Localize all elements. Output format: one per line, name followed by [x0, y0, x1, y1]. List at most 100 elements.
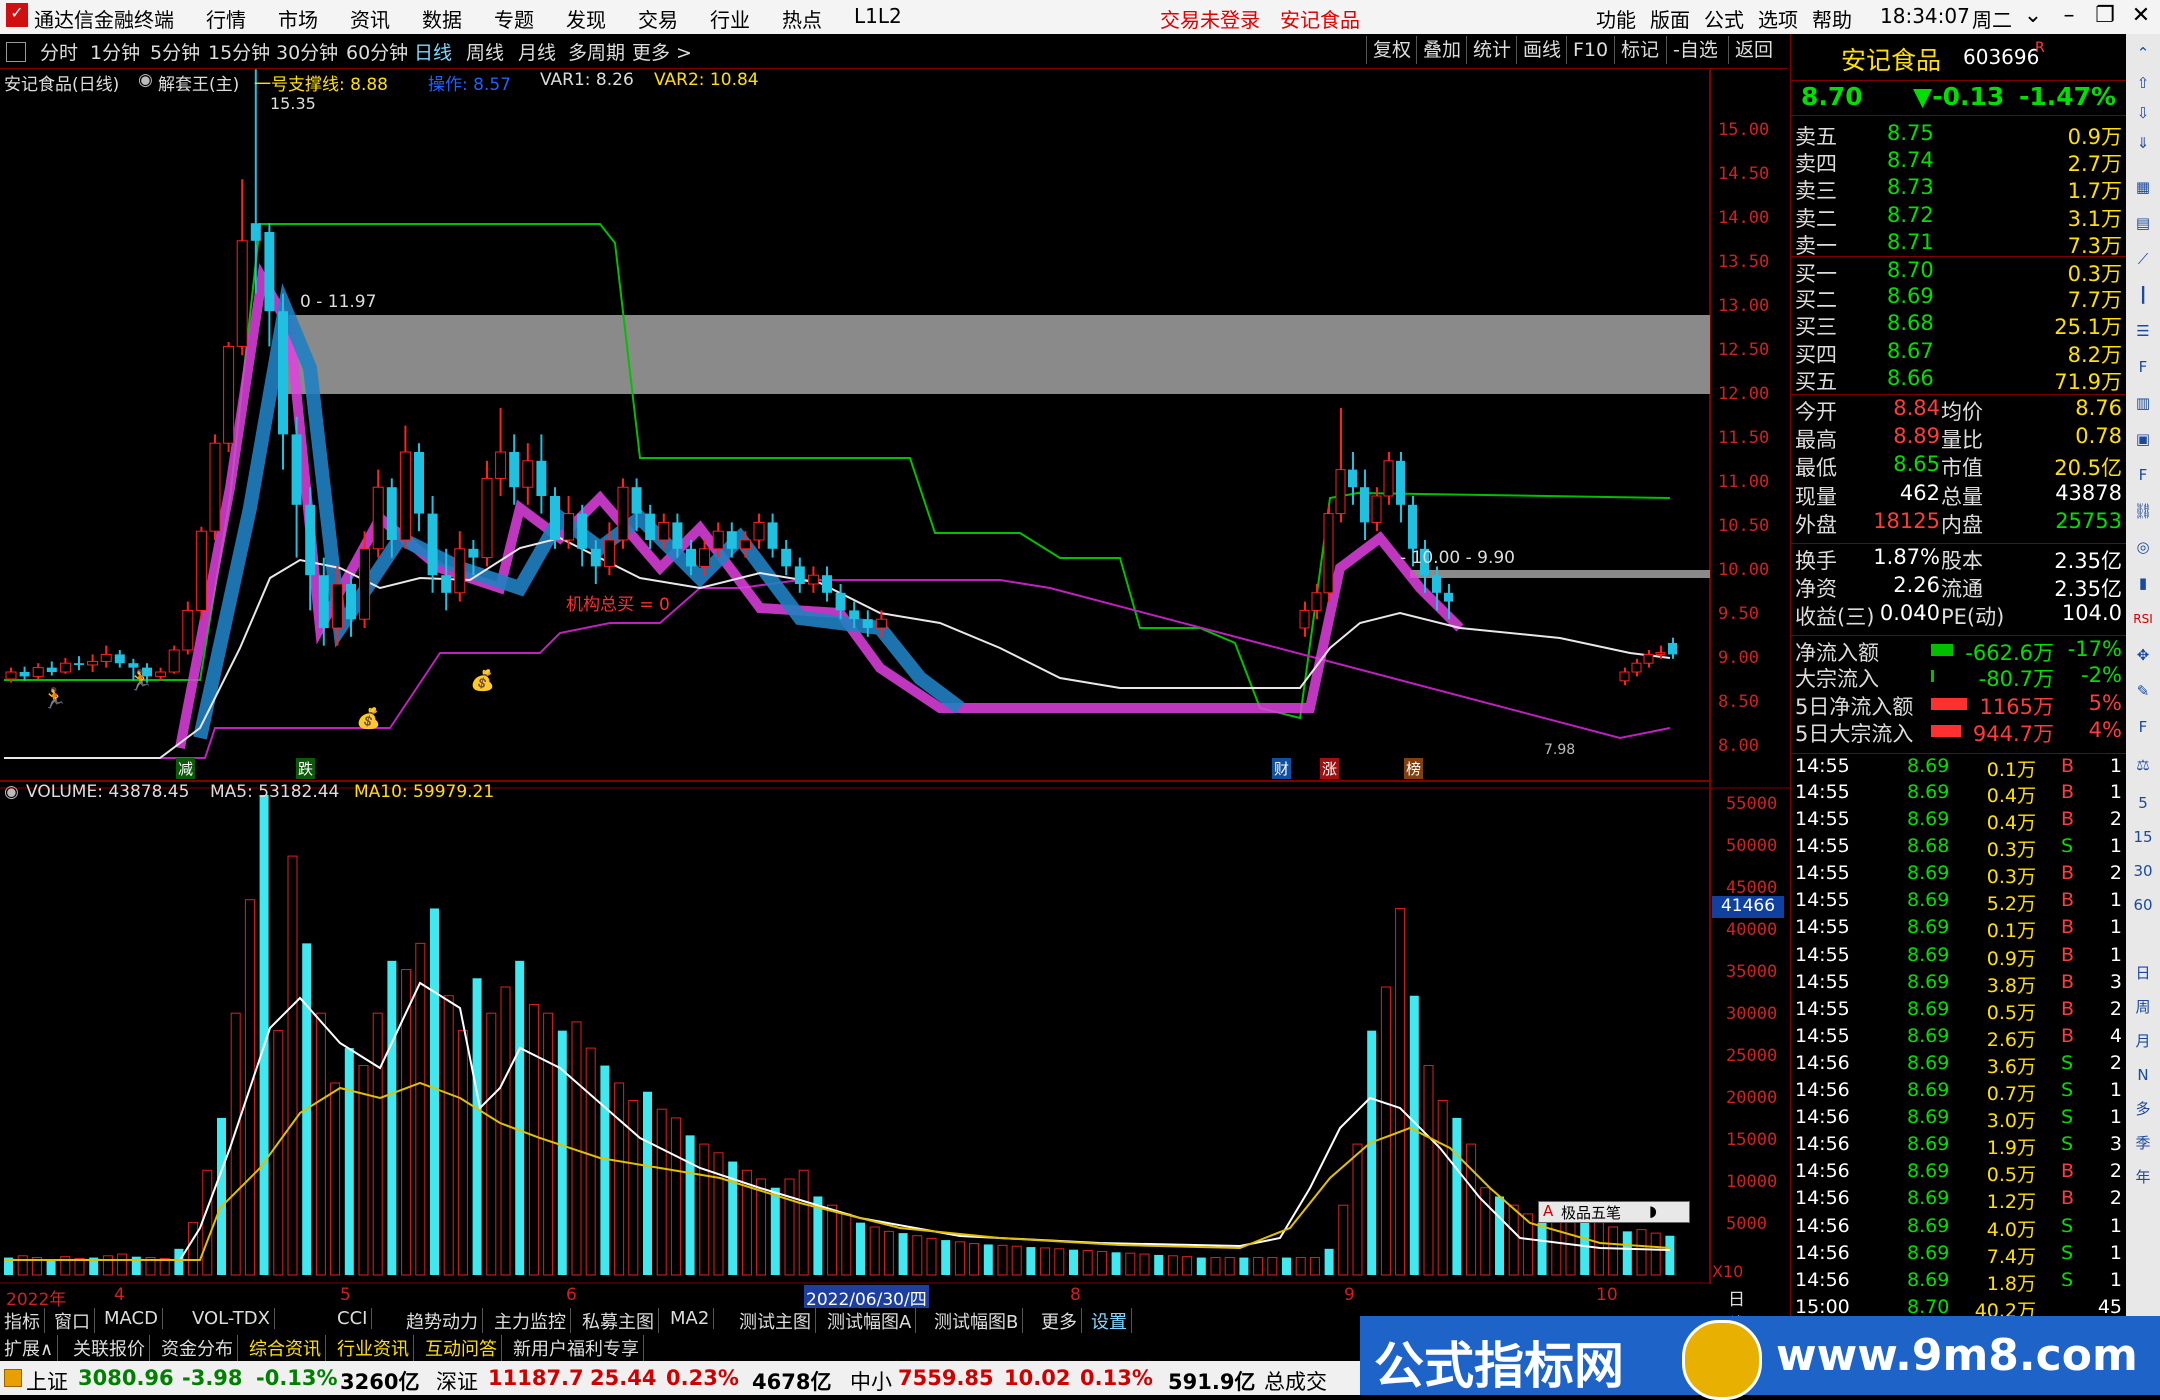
marker-zhang[interactable]: 涨 [1320, 758, 1340, 779]
menu-hangye[interactable]: 行业 [710, 4, 750, 33]
line-chart-icon[interactable]: ⟋ [2130, 246, 2156, 272]
zx-label[interactable]: 中小 [850, 1366, 892, 1396]
menu-redian[interactable]: 热点 [782, 4, 822, 33]
menu-xuanxiang[interactable]: 选项 [1758, 4, 1798, 33]
period-month-button[interactable]: 月 [2130, 1028, 2156, 1054]
period-60min[interactable]: 60分钟 [346, 38, 408, 65]
f2-icon[interactable]: F [2130, 462, 2156, 488]
menu-zhuanti[interactable]: 专题 [494, 4, 534, 33]
info-tab[interactable]: 关联报价 [69, 1335, 150, 1361]
sz-label[interactable]: 深证 [436, 1366, 478, 1396]
indicator-tab[interactable]: 测试幅图A [823, 1308, 917, 1334]
period-week-button[interactable]: 周 [2130, 994, 2156, 1020]
period-multi-button[interactable]: 多 [2130, 1096, 2156, 1122]
link-icon[interactable]: ⛓ [2130, 498, 2156, 524]
bid-row[interactable]: 买四 8.67 8.2万 [1791, 338, 2126, 367]
tick-row[interactable]: 14:56 8.69 7.4万 S 1 [1791, 1241, 2126, 1268]
rsi-button[interactable]: RSI [2130, 606, 2156, 632]
menu-zixun[interactable]: 资讯 [350, 4, 390, 33]
login-status[interactable]: 交易未登录 [1160, 4, 1260, 33]
info-tab[interactable]: 互动问答 [421, 1335, 502, 1361]
indicator-tab[interactable]: 私募主图 [578, 1308, 659, 1334]
tick-row[interactable]: 14:56 8.69 1.8万 S 1 [1791, 1268, 2126, 1295]
ask-row[interactable]: 卖五 8.75 0.9万 [1791, 120, 2126, 149]
period-more[interactable]: 更多 > [632, 38, 692, 65]
period-30-button[interactable]: 30 [2130, 858, 2156, 884]
period-5min[interactable]: 5分钟 [150, 38, 200, 65]
arrow-up-icon[interactable]: ⇧ [2130, 70, 2156, 96]
runner-icon[interactable]: 🏃 [128, 668, 153, 692]
menu-faxian[interactable]: 发现 [566, 4, 606, 33]
sh-label[interactable]: 上证 [26, 1366, 68, 1396]
tick-row[interactable]: 14:55 8.69 0.9万 B 1 [1791, 943, 2126, 970]
menu-dropdown-icon[interactable]: ⌄ [2018, 2, 2048, 30]
info-tab[interactable]: 新用户福利专享 [509, 1335, 644, 1361]
tick-row[interactable]: 14:55 8.69 0.5万 B 2 [1791, 997, 2126, 1024]
ask-row[interactable]: 卖二 8.72 3.1万 [1791, 202, 2126, 231]
period-monthly[interactable]: 月线 [518, 38, 556, 65]
fin-icon[interactable]: F [2130, 354, 2156, 380]
indicator-tab[interactable]: 设置 [1087, 1308, 1132, 1334]
menu-gongneng[interactable]: 功能 [1596, 4, 1636, 33]
period-15-button[interactable]: 15 [2130, 824, 2156, 850]
indicator-tab[interactable]: 测试主图 [735, 1308, 816, 1334]
tongji-button[interactable]: 统计 [1466, 36, 1517, 64]
period-1min[interactable]: 1分钟 [90, 38, 140, 65]
tick-row[interactable]: 14:56 8.69 0.5万 B 2 [1791, 1159, 2126, 1186]
arrow-down-icon[interactable]: ⇩ [2130, 100, 2156, 126]
tick-row[interactable]: 14:55 8.69 3.8万 B 3 [1791, 970, 2126, 997]
candle-icon[interactable]: ┃ [2130, 282, 2156, 308]
tick-row[interactable]: 14:55 8.69 0.4万 B 2 [1791, 807, 2126, 834]
period-season-button[interactable]: 季 [2130, 1130, 2156, 1156]
f10-button[interactable]: F10 [1566, 36, 1614, 64]
menu-gongshi[interactable]: 公式 [1704, 4, 1744, 33]
diejia-button[interactable]: 叠加 [1416, 36, 1467, 64]
bid-row[interactable]: 买二 8.69 7.7万 [1791, 283, 2126, 312]
fuquan-button[interactable]: 复权 [1366, 36, 1417, 64]
indicator-tab[interactable]: VOL-TDX [188, 1308, 275, 1329]
runner-icon[interactable]: 🏃 [42, 686, 67, 710]
indicator-tab[interactable]: MACD [100, 1308, 163, 1329]
indicator-tab[interactable]: 指标 [0, 1308, 45, 1334]
ime-widget[interactable]: A 极品五笔 ◗ [1538, 1201, 1690, 1223]
minimize-icon[interactable]: – [2054, 2, 2084, 30]
list-icon[interactable]: ☰ [2130, 318, 2156, 344]
period-15min[interactable]: 15分钟 [208, 38, 270, 65]
period-day-button[interactable]: 日 [2130, 960, 2156, 986]
tick-row[interactable]: 14:56 8.69 3.6万 S 2 [1791, 1051, 2126, 1078]
arrow-down-alt-icon[interactable]: ⇓ [2130, 130, 2156, 156]
move-icon[interactable]: ✥ [2130, 642, 2156, 668]
menu-bangzhu[interactable]: 帮助 [1812, 4, 1852, 33]
period-multi[interactable]: 多周期 [568, 38, 625, 65]
volume-toggle-icon[interactable]: ◉ [4, 782, 19, 802]
info-tab[interactable]: 综合资讯 [245, 1335, 326, 1361]
menu-l1l2[interactable]: L1L2 [854, 4, 902, 28]
biaoji-button[interactable]: 标记 [1614, 36, 1665, 64]
ask-row[interactable]: 卖一 8.71 7.3万 [1791, 229, 2126, 258]
tick-row[interactable]: 14:56 8.69 1.9万 S 3 [1791, 1132, 2126, 1159]
period-5-button[interactable]: 5 [2130, 790, 2156, 816]
kline-chart[interactable] [0, 68, 1790, 1284]
huaxian-button[interactable]: 画线 [1516, 36, 1567, 64]
indicator-tab[interactable]: CCI [333, 1308, 373, 1329]
chart-icon[interactable]: ▤ [2130, 210, 2156, 236]
restore-icon[interactable]: ❐ [2090, 2, 2120, 30]
period-fenshi[interactable]: 分时 [40, 38, 78, 65]
marker-die[interactable]: 跌 [296, 758, 316, 779]
indicator-name[interactable]: 解套王(主) [158, 70, 239, 95]
info-tab[interactable]: 行业资讯 [333, 1335, 414, 1361]
period-n-button[interactable]: N [2130, 1062, 2156, 1088]
tick-row[interactable]: 14:55 8.69 5.2万 B 1 [1791, 888, 2126, 915]
pencil-icon[interactable]: ✎ [2130, 678, 2156, 704]
target-icon[interactable]: ◎ [2130, 534, 2156, 560]
info-tab[interactable]: 资金分布 [157, 1335, 238, 1361]
ask-row[interactable]: 卖三 8.73 1.7万 [1791, 174, 2126, 203]
fs-icon[interactable]: F [2130, 714, 2156, 740]
period-weekly[interactable]: 周线 [466, 38, 504, 65]
status-indicator-icon[interactable] [4, 1369, 22, 1387]
period-year-button[interactable]: 年 [2130, 1164, 2156, 1190]
tick-row[interactable]: 14:55 8.68 0.3万 S 1 [1791, 834, 2126, 861]
info-tab[interactable]: 扩展∧ [0, 1335, 59, 1361]
menu-hangqing[interactable]: 行情 [206, 4, 246, 33]
marker-jian[interactable]: 减 [176, 758, 196, 779]
